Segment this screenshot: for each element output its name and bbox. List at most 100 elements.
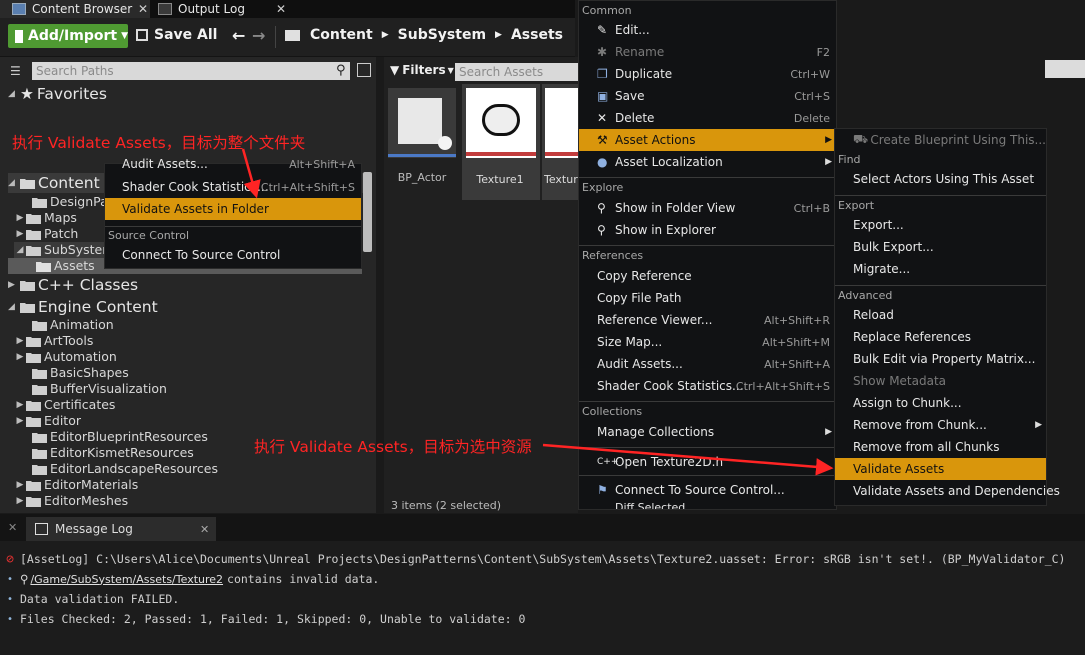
tree-item-automation[interactable]: ▶ Automation [14,349,117,365]
folder-icon [32,368,47,379]
tree-item-maps[interactable]: ▶ Maps [14,210,77,226]
folder-icon [32,384,47,395]
menu-item-audit-assets[interactable]: Audit Assets... Alt+Shift+A [105,156,361,172]
engine-content-section[interactable]: ◢ Engine Content [8,297,158,317]
menu-item-manage-collections[interactable]: Manage Collections ▶ [579,421,836,443]
menu-item-validate-assets-dependencies[interactable]: Validate Assets and Dependencies [835,480,1060,502]
menu-item-diff-selected[interactable]: Diff Selected [579,501,836,509]
menu-item-size-map[interactable]: Size Map... Alt+Shift+M [579,331,836,353]
tree-item-editorblueprintresources[interactable]: EditorBlueprintResources [20,429,208,445]
menu-item-copy-file-path[interactable]: Copy File Path [579,287,836,309]
menu-separator [579,245,836,246]
menu-item-show-metadata[interactable]: Show Metadata [835,370,1046,392]
menu-item-replace-references[interactable]: Replace References [835,326,1046,348]
breadcrumb-assets[interactable]: Assets [511,27,563,43]
annotation-asset-validate: 执行 Validate Assets，目标为选中资源 [254,438,532,456]
close-icon[interactable]: ✕ [200,523,209,536]
menu-item-duplicate[interactable]: ❐ Duplicate Ctrl+W [579,63,836,85]
menu-item-assign-chunk[interactable]: Assign to Chunk... [835,392,1046,414]
tree-item-certificates[interactable]: ▶ Certificates [14,397,116,413]
favorites-section[interactable]: ◢ ★ Favorites [8,84,107,104]
menu-item-delete[interactable]: ✕ Delete Delete [579,107,836,129]
tab-content-browser[interactable]: Content Browser ✕ [0,0,150,18]
menu-item-copy-reference[interactable]: Copy Reference [579,265,836,287]
menu-item-asset-localization[interactable]: ● Asset Localization ▶ [579,151,836,173]
tree-item-editormeshes[interactable]: ▶ EditorMeshes [14,493,129,509]
view-options-icon[interactable] [357,63,371,77]
expand-arrow-icon[interactable]: ▶ [14,397,26,413]
collapse-arrow-icon[interactable]: ◢ [14,242,26,258]
menu-item-remove-all-chunks[interactable]: Remove from all Chunks [835,436,1046,458]
expand-arrow-icon[interactable]: ▶ [14,226,26,242]
menu-item-connect-source-control[interactable]: Connect To Source Control [105,244,361,266]
cpp-classes-section[interactable]: ▶ C++ Classes [8,275,138,295]
menu-item-show-folder-view[interactable]: ⚲ Show in Folder View Ctrl+B [579,197,836,219]
tree-scrollbar[interactable] [363,172,372,252]
menu-item-asset-actions[interactable]: ⚒ Asset Actions ▶ [579,129,836,151]
asset-thumbnail-texture2[interactable] [545,88,578,158]
tree-item-editorkismetresources[interactable]: EditorKismetResources [20,445,194,461]
menu-item-bulk-edit[interactable]: Bulk Edit via Property Matrix... [835,348,1046,370]
menu-item-reload[interactable]: Reload [835,304,1046,326]
menu-item-validate-assets-in-folder[interactable]: Validate Assets in Folder [105,198,361,220]
menu-item-save[interactable]: ▣ Save Ctrl+S [579,85,836,107]
menu-item-export[interactable]: Export... [835,214,1046,236]
search-assets-input[interactable]: Search Assets [455,63,578,81]
menu-item-shader-cook[interactable]: Shader Cook Statistics... Ctrl+Alt+Shift… [105,176,361,198]
menu-item-edit[interactable]: ✎ Edit... [579,19,836,41]
tree-item-patch[interactable]: ▶ Patch [14,226,79,242]
menu-item-remove-from-chunk[interactable]: Remove from Chunk... ▶ [835,414,1046,436]
close-icon[interactable]: ✕ [138,2,148,16]
breadcrumb-subsystem[interactable]: SubSystem [398,27,486,43]
submenu-arrow-icon: ▶ [825,135,832,145]
log-line-failed: • Data validation FAILED. [0,590,179,608]
tree-item-basicshapes[interactable]: BasicShapes [20,365,129,381]
save-icon: ▣ [597,89,609,103]
tree-item-arttools[interactable]: ▶ ArtTools [14,333,94,349]
star-icon: ★ [20,85,34,103]
expand-arrow-icon[interactable]: ▶ [14,333,26,349]
expand-arrow-icon[interactable]: ▶ [14,477,26,493]
tab-message-log[interactable]: Message Log ✕ [26,517,216,541]
expand-arrow-icon[interactable]: ▶ [14,413,26,429]
menu-item-validate-assets[interactable]: Validate Assets [835,458,1046,480]
back-arrow-icon[interactable]: ← [232,26,245,45]
search-paths-input[interactable]: Search Paths [32,62,350,80]
menu-item-migrate[interactable]: Migrate... [835,258,1046,280]
save-all-button[interactable]: Save All [136,27,217,43]
close-icon[interactable]: ✕ [276,2,286,16]
breadcrumb-content[interactable]: Content [310,27,373,43]
menu-item-reference-viewer[interactable]: Reference Viewer... Alt+Shift+R [579,309,836,331]
menu-item-audit-assets[interactable]: Audit Assets... Alt+Shift+A [579,353,836,375]
filter-icon: ▼ [390,63,400,77]
expand-arrow-icon[interactable]: ▶ [14,493,26,509]
filters-button[interactable]: ▼ Filters ▼ [390,63,454,77]
menu-item-rename[interactable]: ✱ Rename F2 [579,41,836,63]
menu-item-open-texture-header[interactable]: C++ Open Texture2D.h [579,451,836,473]
asset-thumbnail-bp-actor[interactable] [388,88,456,158]
menu-item-shader-cook[interactable]: Shader Cook Statistics... Ctrl+Alt+Shift+… [579,375,836,397]
add-import-button[interactable]: Add/Import ▼ [8,24,128,48]
forward-arrow-icon[interactable]: → [252,26,265,45]
tree-item-editor[interactable]: ▶ Editor [14,413,81,429]
asset-actions-submenu: ⛟ Create Blueprint Using This... Find Sel… [834,128,1060,506]
toolbar-divider [275,26,276,48]
menu-item-bulk-export[interactable]: Bulk Export... [835,236,1046,258]
menu-item-select-actors[interactable]: Select Actors Using This Asset [835,168,1046,190]
sources-toggle-icon[interactable]: ☰ [10,64,21,78]
close-icon[interactable]: ✕ [8,521,17,534]
asset-thumbnail-texture1[interactable] [466,88,536,158]
expand-arrow-icon[interactable]: ▶ [14,349,26,365]
expand-arrow-icon[interactable]: ▶ [14,210,26,226]
tree-item-animation[interactable]: Animation [20,317,114,333]
tree-item-buffervisualization[interactable]: BufferVisualization [20,381,167,397]
bullet-icon: • [6,573,14,585]
tab-output-log[interactable]: Output Log ✕ [158,0,288,18]
menu-item-connect-source-control[interactable]: ⚑ Connect To Source Control... [579,479,836,501]
tree-item-editormaterials[interactable]: ▶ EditorMaterials [14,477,139,493]
tree-item-editorlandscaperesources[interactable]: EditorLandscapeResources [20,461,218,477]
menu-item-create-blueprint[interactable]: ⛟ Create Blueprint Using This... [835,129,1046,151]
asset-link[interactable]: /Game/SubSystem/Assets/Texture2 [30,573,223,586]
menu-item-show-explorer[interactable]: ⚲ Show in Explorer [579,219,836,241]
folder-icon [26,336,41,347]
